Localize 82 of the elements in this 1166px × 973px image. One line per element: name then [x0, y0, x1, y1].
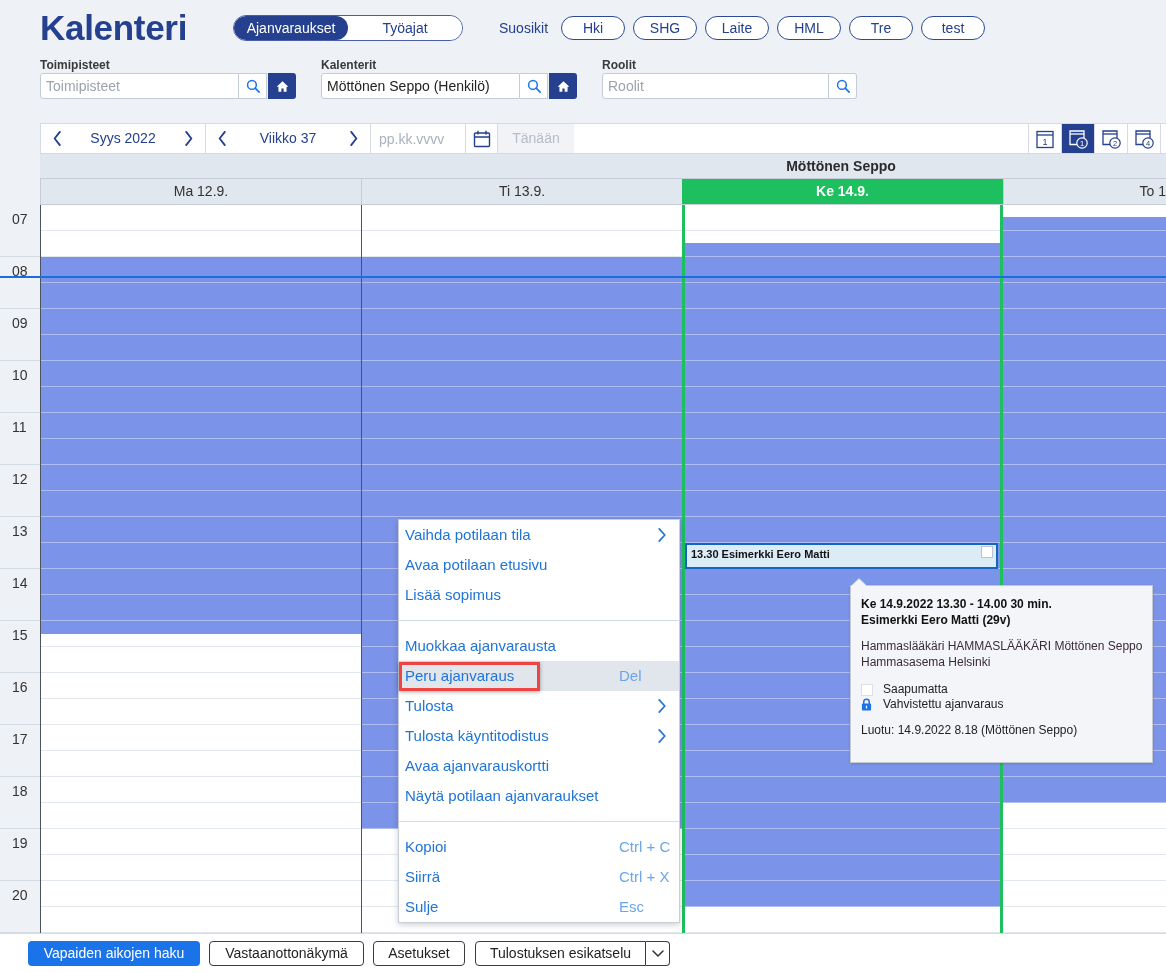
favorite-button[interactable]: Tre: [849, 16, 913, 40]
hour-label: 19: [12, 835, 28, 851]
menu-item[interactable]: Vaihda potilaan tila: [399, 520, 679, 550]
favorite-button[interactable]: Laite: [705, 16, 769, 40]
chevron-right-icon: [185, 131, 193, 146]
hour-label: 13: [12, 523, 28, 539]
menu-item[interactable]: Peru ajanvaraus Del: [399, 661, 679, 691]
shortcut-label: Ctrl + X: [619, 866, 670, 887]
home-icon: [275, 79, 289, 93]
appointment[interactable]: 13.30 Esimerkki Eero Matti: [685, 543, 998, 569]
shortcut-label: Esc: [619, 896, 644, 917]
search-icon: [526, 79, 541, 93]
shortcut-label: Del: [619, 665, 642, 686]
favorite-button[interactable]: test: [921, 16, 985, 40]
search-free-times-button[interactable]: Vapaiden aikojen haku: [28, 941, 200, 966]
patient-name: Esimerkki Eero Matti (29v): [861, 612, 1012, 628]
dropdown-button[interactable]: [646, 941, 670, 966]
field-label: Toimipisteet: [40, 58, 110, 72]
menu-item[interactable]: Näytä potilaan ajanvaraukset: [399, 781, 679, 811]
hour-label: 07: [12, 211, 28, 227]
menu-item[interactable]: Siirrä Ctrl + X: [399, 862, 679, 892]
action-button[interactable]: Vastaanottonäkymä: [209, 941, 364, 966]
menu-item[interactable]: Avaa potilaan etusivu: [399, 550, 679, 580]
hour-label: 09: [12, 315, 28, 331]
hour-label: 08: [12, 263, 28, 279]
search-icon: [245, 79, 260, 93]
resource-name: Möttönen Seppo: [786, 156, 896, 176]
menu-item[interactable]: Tulosta käyntitodistus: [399, 721, 679, 751]
menu-item[interactable]: Tulosta: [399, 691, 679, 721]
search-button[interactable]: [239, 73, 267, 99]
hour-label: 16: [12, 679, 28, 695]
search-field[interactable]: Toimipisteet: [40, 73, 239, 99]
home-button[interactable]: [549, 73, 577, 99]
chevron-left-icon: [53, 131, 61, 146]
hour-label: 15: [12, 627, 28, 643]
detail-text: Hammaslääkäri HAMMASLÄÄKÄRI Möttönen Seppo: [861, 638, 1143, 654]
view-tab[interactable]: Ajanvaraukset: [234, 16, 348, 40]
appointment-time: Ke 14.9.2022 13.30 - 14.00 30 min.: [861, 596, 1053, 612]
caret-icon: [651, 950, 664, 957]
shortcut-label: Ctrl + C: [619, 836, 671, 857]
search-field[interactable]: Roolit: [602, 73, 829, 99]
field-label: Kalenterit: [321, 58, 377, 72]
search-field[interactable]: Möttönen Seppo (Henkilö): [321, 73, 520, 99]
field-label: Roolit: [602, 58, 636, 72]
menu-item[interactable]: Avaa ajanvarauskortti: [399, 751, 679, 781]
status-label: Saapumatta: [883, 682, 948, 697]
month-label: Syys 2022: [90, 129, 156, 148]
favorite-button[interactable]: SHG: [633, 16, 697, 40]
created-info: Luotu: 14.9.2022 8.18 (Möttönen Seppo): [861, 722, 1079, 738]
calendar-icon: [472, 129, 491, 148]
hour-label: 12: [12, 471, 28, 487]
hour-label: 17: [12, 731, 28, 747]
hour-label: 11: [12, 419, 27, 435]
lock-icon: [861, 698, 872, 711]
calendar-icon: 1: [1035, 128, 1055, 149]
hour-label: 10: [12, 367, 28, 383]
chevron-left-icon: [218, 131, 226, 146]
menu-item[interactable]: Sulje Esc: [399, 892, 679, 922]
week-label: Viikko 37: [259, 129, 317, 148]
action-button[interactable]: Asetukset: [373, 941, 465, 966]
favorite-button[interactable]: HML: [777, 16, 841, 40]
hour-label: 18: [12, 783, 28, 799]
chevron-right-icon: [350, 131, 358, 146]
hour-label: 14: [12, 575, 28, 591]
status-label: Vahvistettu ajanvaraus: [883, 697, 1004, 712]
search-icon: [835, 79, 850, 93]
home-icon: [556, 79, 570, 93]
menu-item[interactable]: Muokkaa ajanvarausta: [399, 631, 679, 661]
detail-text: Hammasasema Helsinki: [861, 654, 992, 670]
print-preview-button[interactable]: Tulostuksen esikatselu: [475, 941, 646, 966]
home-button[interactable]: [268, 73, 296, 99]
favorites-label: Suosikit: [499, 18, 550, 38]
page-title: Kalenteri: [40, 8, 189, 48]
day-header: To 1: [1003, 179, 1166, 204]
hour-label: 20: [12, 887, 28, 903]
menu-item[interactable]: Kopioi Ctrl + C: [399, 832, 679, 862]
day-header: Ke 14.9.: [682, 179, 1003, 204]
menu-item[interactable]: Lisää sopimus: [399, 580, 679, 610]
favorite-button[interactable]: Hki: [561, 16, 625, 40]
search-button[interactable]: [520, 73, 548, 99]
status-square-icon: [861, 683, 873, 696]
search-button[interactable]: [829, 73, 857, 99]
